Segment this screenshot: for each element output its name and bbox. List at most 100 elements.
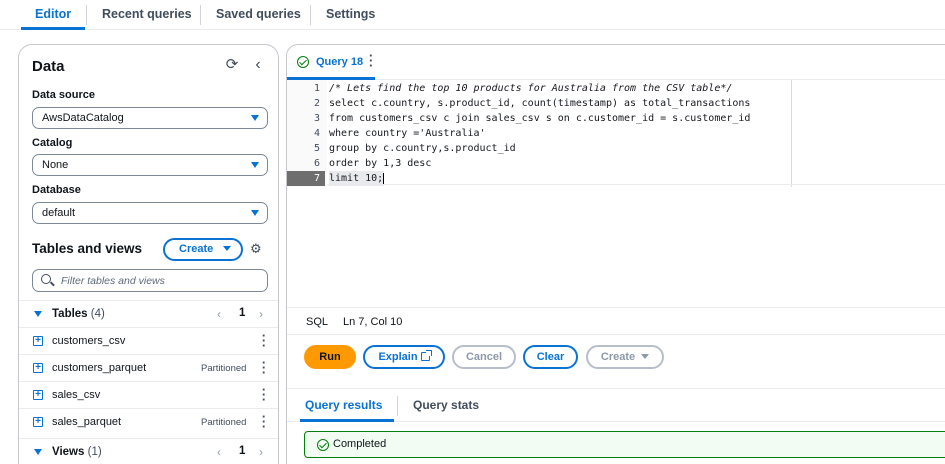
catalog-value: None [42,159,69,171]
code-text: order by 1,3 desc [329,158,432,169]
line-number: 6 [313,158,320,169]
tab-query-results[interactable]: Query results [305,398,382,412]
more-actions-icon[interactable]: · · · [261,356,267,379]
more-actions-icon[interactable]: · · · [261,329,267,352]
views-group-header[interactable]: Views (1) ‹ 1 › [19,438,278,464]
results-tab-bar: Query results Query stats [287,388,945,422]
table-row[interactable]: + customers_parquet Partitioned · · · [19,354,278,381]
expand-plus-icon[interactable]: + [33,363,43,373]
views-page-number[interactable]: 1 [239,445,245,457]
caret-down-icon [641,354,650,359]
expand-plus-icon[interactable]: + [33,417,43,427]
caret-down-icon [251,115,259,121]
active-tab-indicator [300,419,394,422]
expand-plus-icon[interactable]: + [33,390,43,400]
line-number: 4 [313,128,320,139]
code-line: 5 group by c.country,s.product_id [287,141,945,156]
table-row[interactable]: + sales_parquet Partitioned · · · [19,408,278,435]
tab-divider [86,5,87,25]
more-actions-icon[interactable]: · · · [261,383,267,406]
code-line-active: 7 limit 10; [287,171,945,186]
data-source-label: Data source [32,89,95,101]
clear-button[interactable]: Clear [523,345,578,369]
caret-down-icon [223,246,231,251]
code-text: from customers_csv c join sales_csv s on… [329,113,751,124]
views-group-label: Views (1) [52,446,102,458]
chevron-right-icon[interactable]: › [259,307,263,321]
search-icon [41,274,51,284]
views-label: Views [52,446,85,458]
code-text: limit 10; [329,171,385,186]
table-name[interactable]: customers_csv [52,335,125,347]
query-tab[interactable]: Query 18 · · · [287,45,375,80]
cursor-position: Ln 7, Col 10 [343,316,403,328]
code-line: 1 /* Lets find the top 10 products for A… [287,81,945,96]
caret-down-icon[interactable] [34,311,42,317]
more-actions-icon[interactable]: · · · [261,410,267,433]
database-label: Database [32,184,81,196]
tab-divider [200,5,201,25]
chevron-left-icon[interactable]: ‹ [217,307,221,321]
line-number: 3 [313,113,320,124]
table-name[interactable]: sales_csv [52,389,100,401]
tab-query-stats[interactable]: Query stats [413,398,479,412]
chevron-right-icon[interactable]: › [259,445,263,459]
chevron-left-icon[interactable]: ‹ [217,445,221,459]
tables-page-number[interactable]: 1 [239,307,245,319]
code-line: 2 select c.country, s.product_id, count(… [287,96,945,111]
query-tab-bar: Query 18 · · · [287,45,945,80]
tab-divider [310,5,311,25]
table-name[interactable]: sales_parquet [52,416,121,428]
query-tab-name[interactable]: Query 18 [316,56,363,68]
filter-tables-input[interactable] [61,273,261,288]
table-row[interactable]: + customers_csv · · · [19,327,278,354]
more-actions-icon[interactable]: · · · [369,49,373,72]
catalog-select[interactable]: None [32,154,268,176]
catalog-label: Catalog [32,137,73,149]
data-source-select[interactable]: AwsDataCatalog [32,107,268,129]
language-indicator: SQL [306,316,329,328]
code-line: 6 order by 1,3 desc [287,156,945,171]
success-check-icon [317,439,329,451]
database-select[interactable]: default [32,202,268,224]
line-number: 7 [287,171,325,186]
expand-plus-icon[interactable]: + [33,336,43,346]
top-tab-bar: Editor Recent queries Saved queries Sett… [0,0,945,30]
table-name[interactable]: customers_parquet [52,362,146,374]
editor-status-bar: SQL Ln 7, Col 10 [287,307,945,335]
tab-saved-queries[interactable]: Saved queries [202,0,315,30]
external-link-icon [420,350,432,361]
explain-label: Explain [378,351,418,363]
line-number: 1 [313,83,320,94]
chevron-left-icon[interactable]: ‹ [250,57,266,73]
tab-settings[interactable]: Settings [312,0,389,30]
table-row[interactable]: + sales_csv · · · [19,381,278,408]
caret-down-icon [251,162,259,168]
views-count: (1) [87,446,102,458]
data-panel-title: Data [32,58,65,75]
tab-recent-queries[interactable]: Recent queries [88,0,206,30]
query-status-alert: Completed [304,431,945,458]
tables-group-header[interactable]: Tables (4) ‹ 1 › [19,300,278,327]
refresh-icon[interactable]: ⟳ [224,57,240,73]
tables-count: (4) [90,308,105,320]
line-number: 5 [313,143,320,154]
explain-button[interactable]: Explain [363,345,445,369]
tables-label: Tables [52,308,88,320]
code-text: group by c.country,s.product_id [329,143,516,154]
caret-down-icon[interactable] [34,449,42,455]
code-line: 3 from customers_csv c join sales_csv s … [287,111,945,126]
sql-code-editor[interactable]: 1 /* Lets find the top 10 products for A… [287,80,945,187]
cancel-button[interactable]: Cancel [452,345,516,369]
create-label: Create [179,243,214,255]
run-button[interactable]: Run [304,345,356,369]
gear-icon[interactable]: ⚙ [250,242,262,256]
data-source-value: AwsDataCatalog [42,112,124,124]
tables-and-views-title: Tables and views [32,241,143,256]
tab-editor[interactable]: Editor [21,0,86,30]
create-dropdown-button[interactable]: Create [163,238,243,261]
tables-group-label: Tables (4) [52,308,105,320]
caret-down-icon [251,210,259,216]
query-editor-panel: Query 18 · · · 1 /* Lets find the top 10 p… [286,44,945,464]
create-button[interactable]: Create [586,345,664,369]
